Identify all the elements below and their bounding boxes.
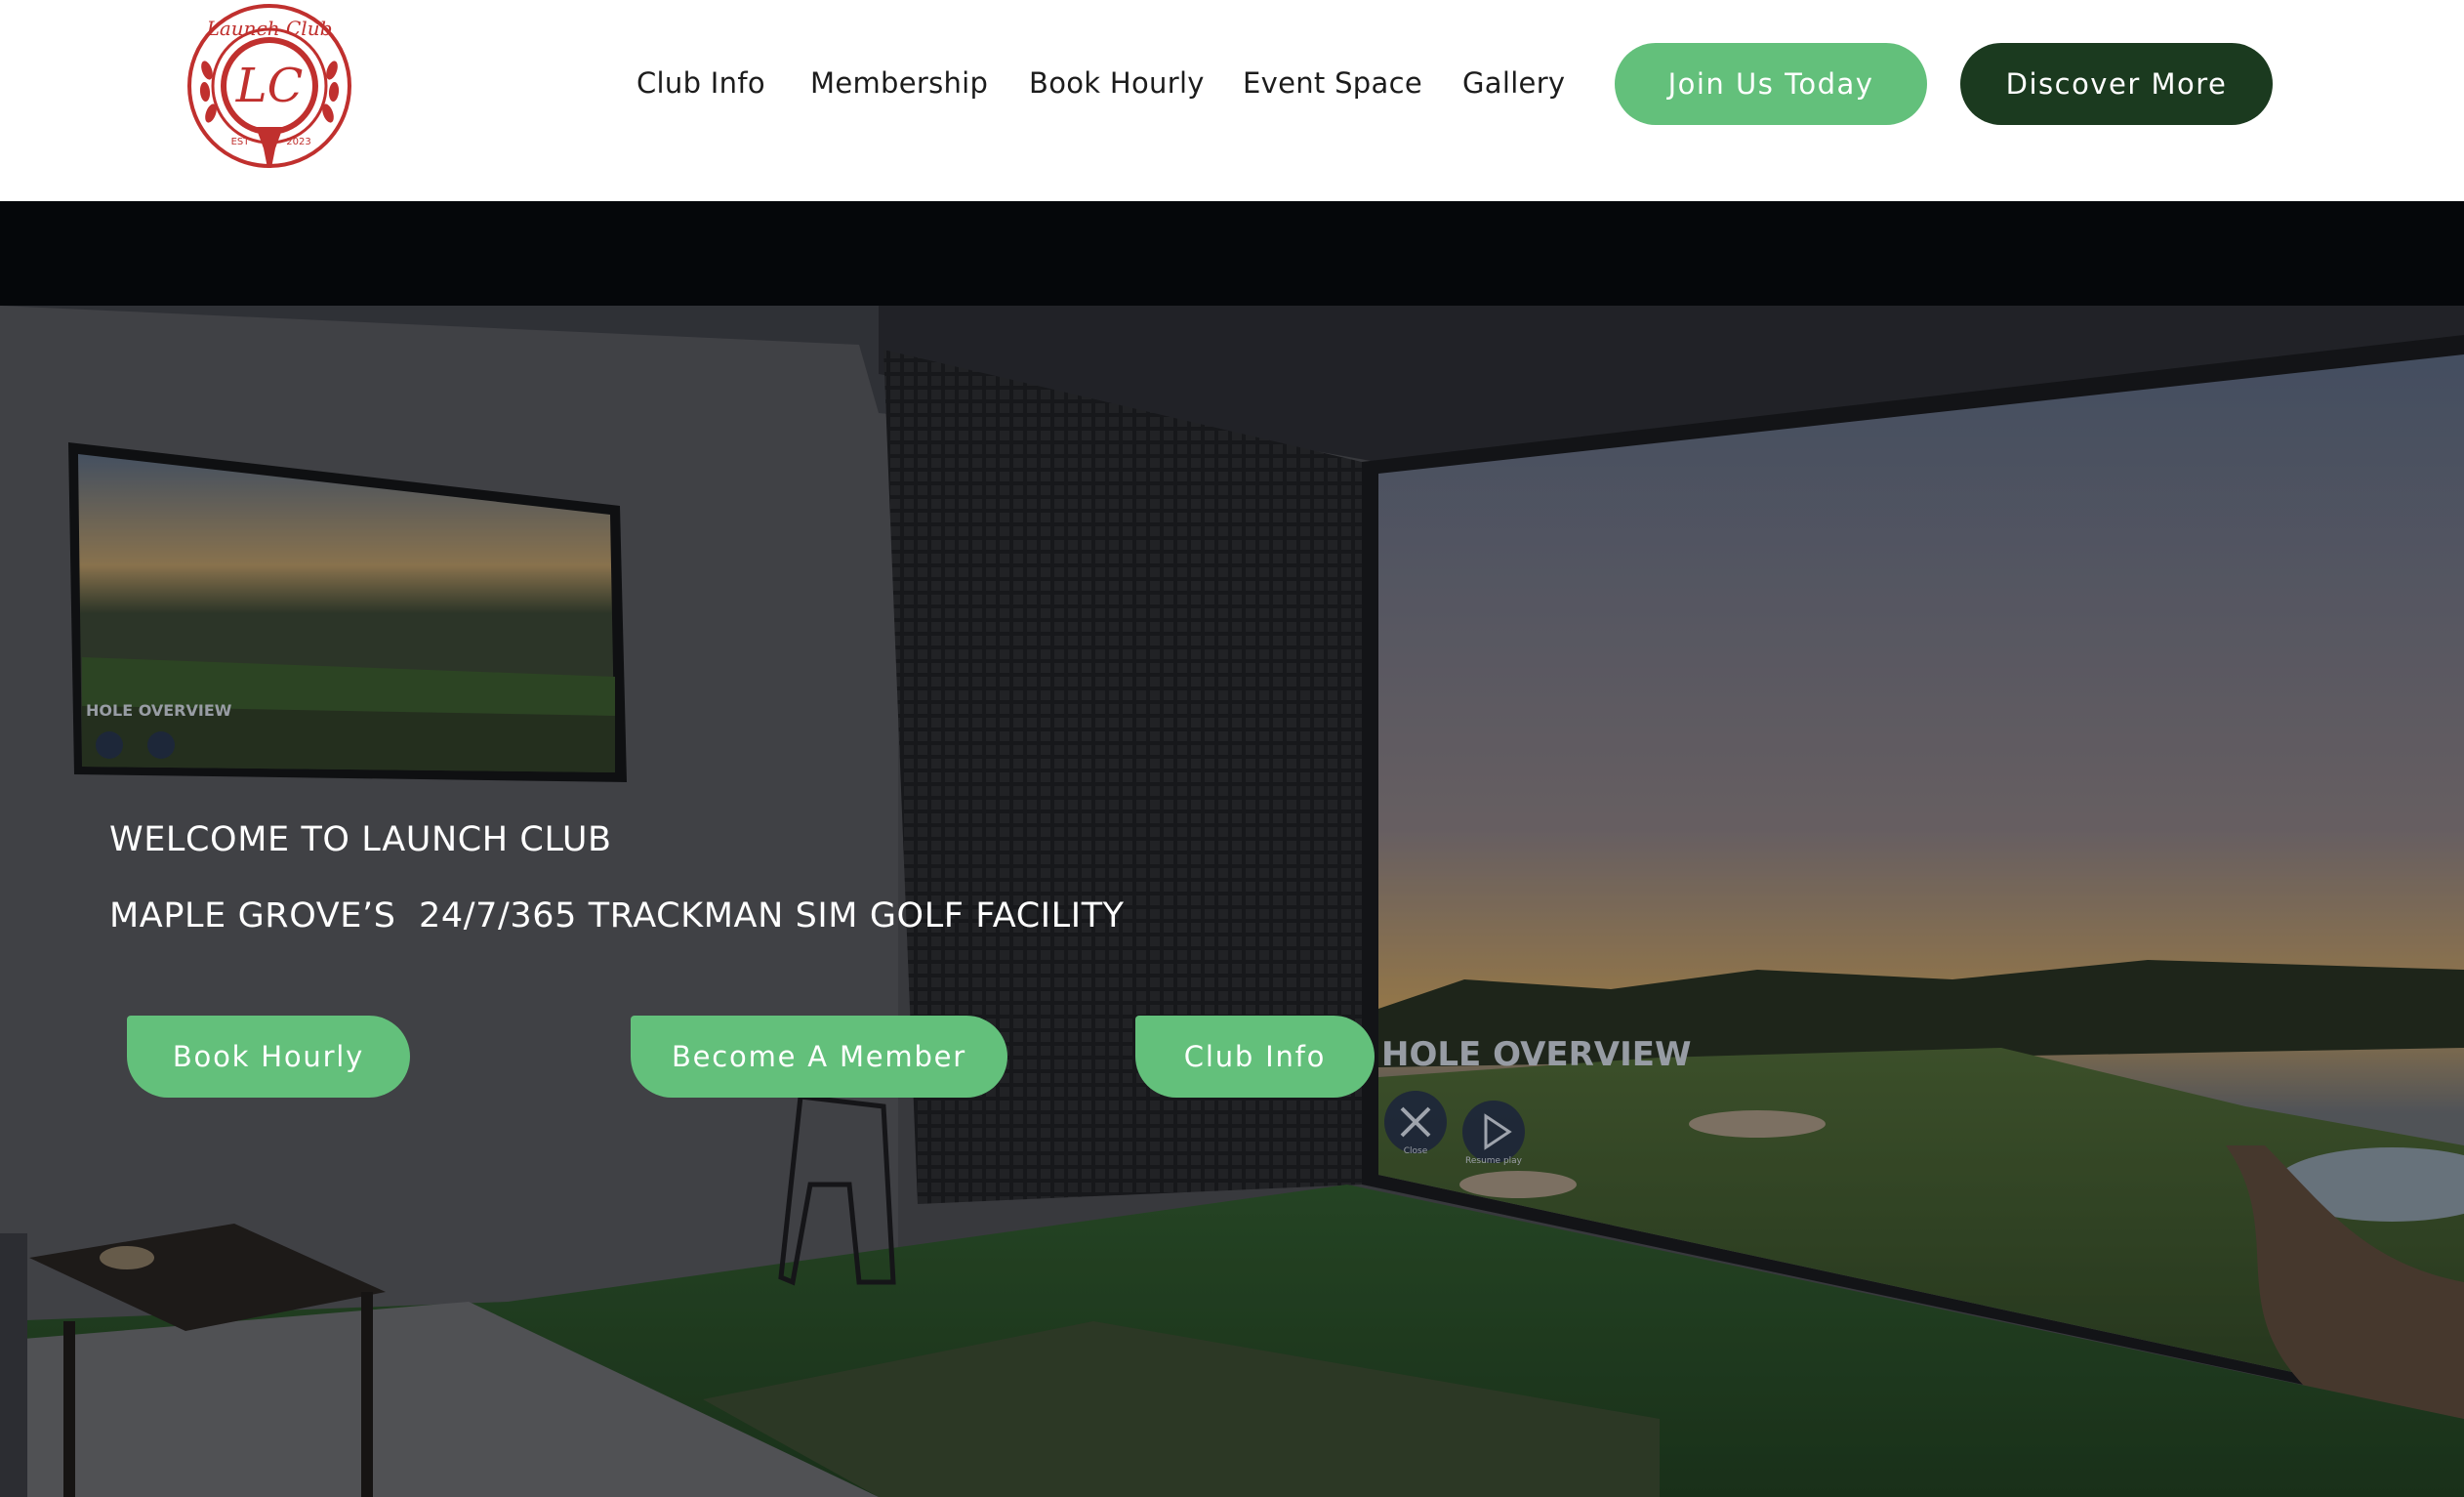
header-dark-band xyxy=(0,201,2464,306)
join-us-today-button[interactable]: Join Us Today xyxy=(1615,43,1927,125)
hero-club-info-button[interactable]: Club Info xyxy=(1135,1016,1375,1098)
nav-club-info[interactable]: Club Info xyxy=(637,66,765,100)
nav-gallery[interactable]: Gallery xyxy=(1462,66,1565,100)
hero-become-member-button[interactable]: Become A Member xyxy=(631,1016,1007,1098)
hero-section: HOLE OVERVIEW HOLE OVERVIEW Close Resume… xyxy=(0,306,2464,1497)
hero-book-hourly-button[interactable]: Book Hourly xyxy=(127,1016,410,1098)
site-header: Launch Club LC EST 2023 Club Info Member… xyxy=(0,0,2464,201)
hero-subheading: MAPLE GROVE’S 24/7/365 TRACKMAN SIM GOLF… xyxy=(109,896,1125,936)
nav-event-space[interactable]: Event Space xyxy=(1243,66,1422,100)
discover-more-button[interactable]: Discover More xyxy=(1960,43,2273,125)
nav-book-hourly[interactable]: Book Hourly xyxy=(1029,66,1205,100)
hero-welcome-heading: WELCOME TO LAUNCH CLUB xyxy=(109,820,612,859)
nav-membership[interactable]: Membership xyxy=(810,66,988,100)
